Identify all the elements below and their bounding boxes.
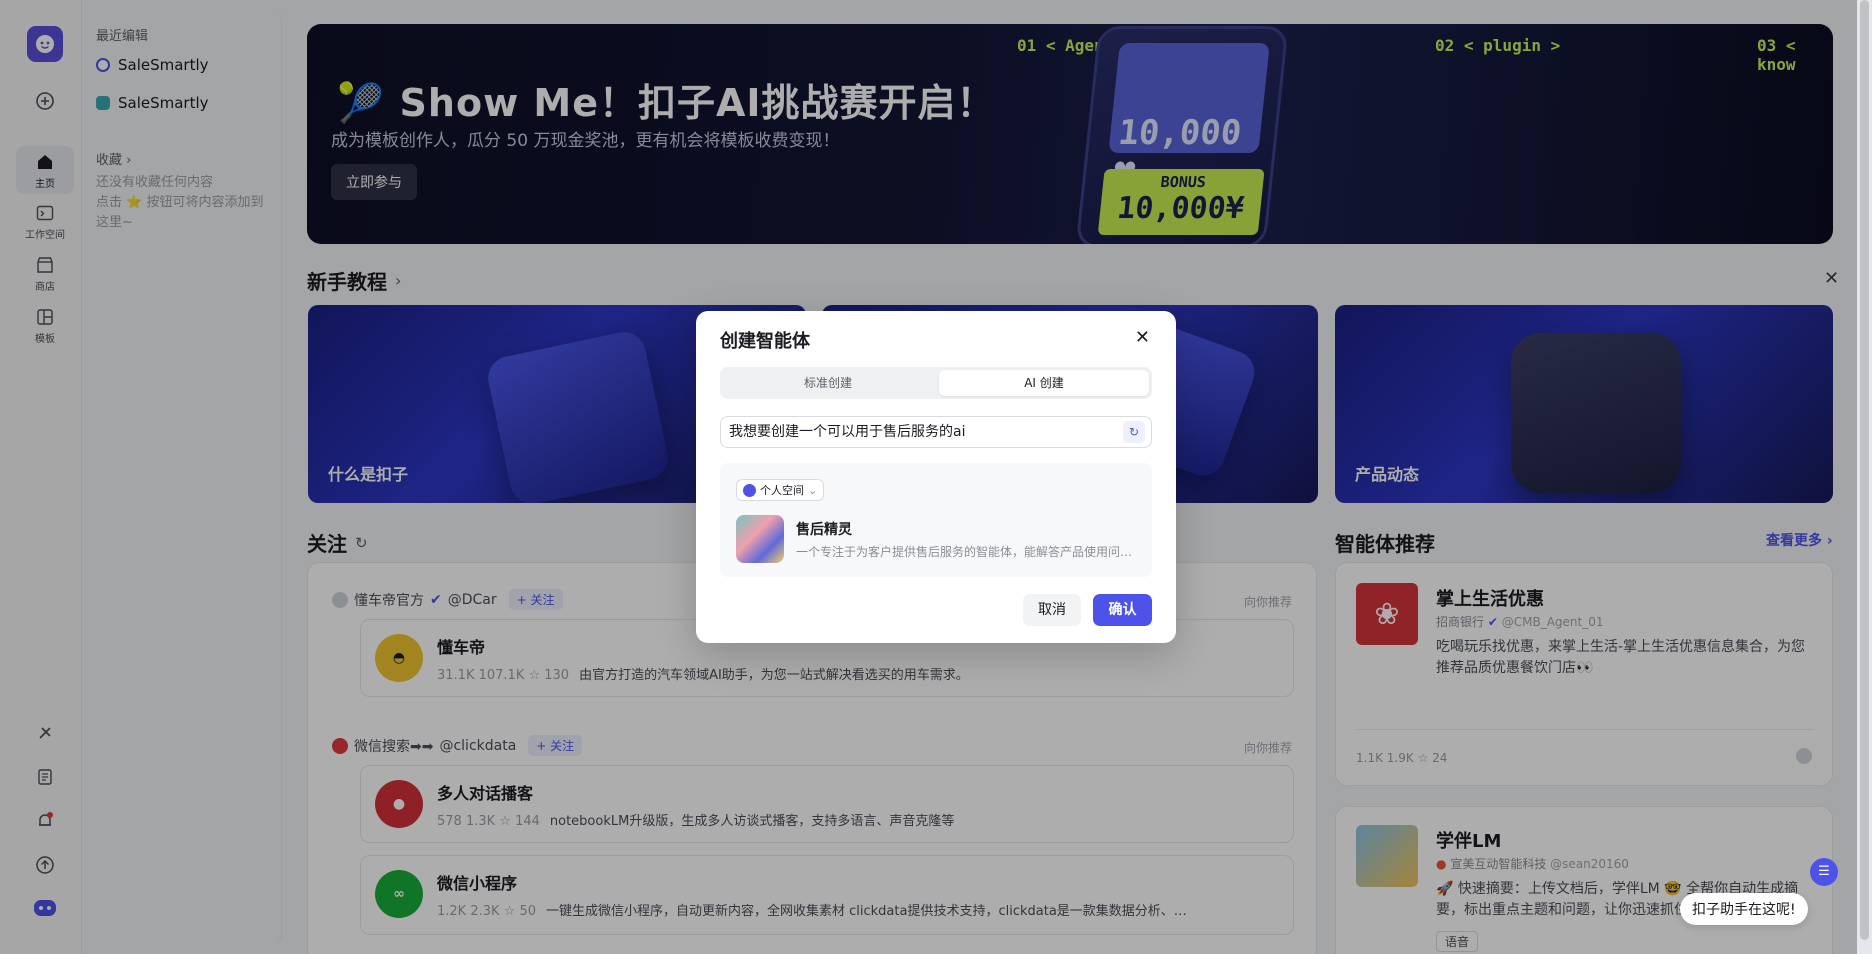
chevron-down-icon: ⌄	[808, 483, 818, 497]
create-agent-dialog: 创建智能体 ✕ 标准创建 AI 创建 我想要创建一个可以用于售后服务的ai ↻ …	[696, 311, 1176, 643]
space-label: 个人空间	[760, 484, 804, 497]
chat-icon[interactable]: ☰	[1810, 858, 1838, 886]
dialog-title: 创建智能体	[720, 331, 810, 352]
prompt-text: 我想要创建一个可以用于售后服务的ai	[729, 424, 966, 440]
generated-agent-card: 个人空间 ⌄ 售后精灵 一个专注于为客户提供售后服务的智能体，能解答产品使用问题…	[720, 463, 1152, 577]
assistant-bubble[interactable]: 扣子助手在这呢!	[1680, 893, 1808, 925]
agent-avatar[interactable]	[736, 515, 784, 563]
user-icon	[743, 483, 756, 497]
cancel-button[interactable]: 取消	[1023, 594, 1081, 626]
tab-ai[interactable]: AI 创建	[939, 370, 1149, 396]
agent-name-field[interactable]: 售后精灵	[796, 519, 852, 539]
regenerate-icon[interactable]: ↻	[1123, 421, 1145, 443]
create-mode-tabs: 标准创建 AI 创建	[720, 367, 1152, 399]
tab-standard[interactable]: 标准创建	[723, 370, 933, 396]
confirm-button[interactable]: 确认	[1093, 594, 1152, 626]
agent-desc-field[interactable]: 一个专注于为客户提供售后服务的智能体，能解答产品使用问题…	[796, 543, 1136, 560]
scrollbar-thumb[interactable]	[1860, 0, 1869, 940]
prompt-input[interactable]: 我想要创建一个可以用于售后服务的ai ↻	[720, 416, 1152, 448]
scrollbar[interactable]	[1857, 0, 1872, 954]
close-icon[interactable]: ✕	[1135, 327, 1150, 348]
space-selector[interactable]: 个人空间 ⌄	[736, 479, 825, 501]
